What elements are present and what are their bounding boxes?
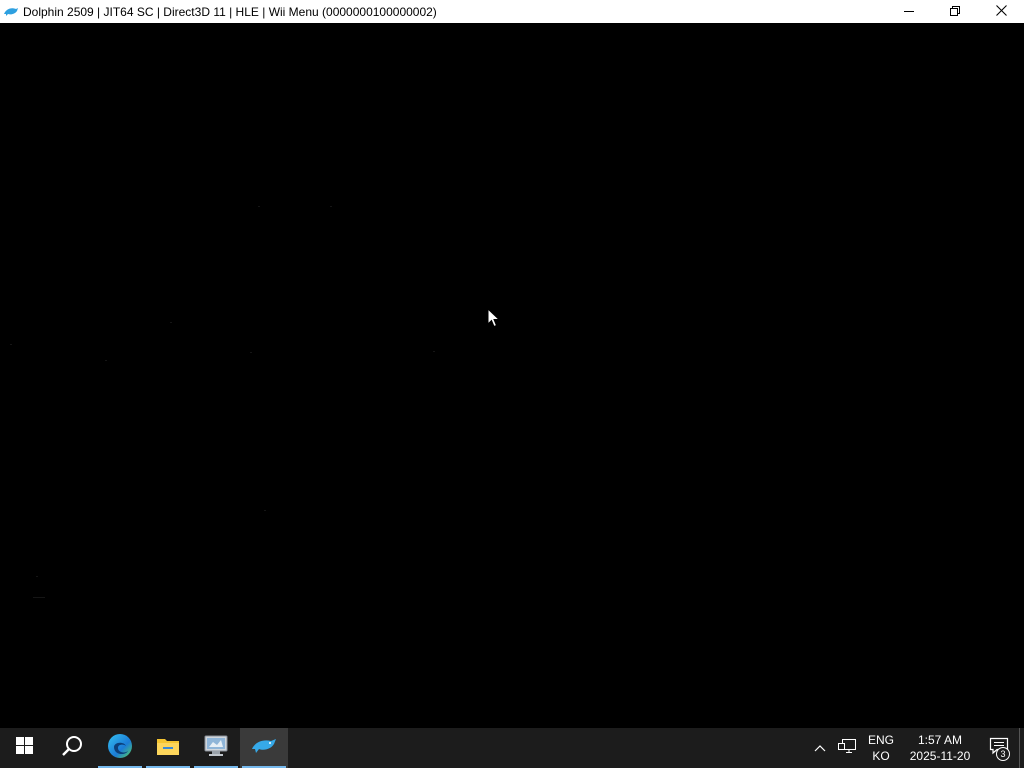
render-speck — [10, 344, 12, 345]
close-icon — [995, 3, 1007, 21]
minimize-icon — [904, 3, 914, 21]
taskbar-computer-app-button[interactable] — [192, 728, 240, 768]
render-speck — [264, 510, 266, 511]
notification-count-badge: 3 — [996, 747, 1010, 761]
taskbar: ENG KO 1:57 AM 2025-11-20 3 — [0, 728, 1024, 768]
render-speck — [258, 206, 260, 207]
show-hidden-icons-button[interactable] — [807, 728, 833, 768]
game-render-area[interactable] — [0, 23, 1024, 728]
edge-icon — [107, 733, 133, 764]
folder-icon — [156, 736, 180, 761]
lang-secondary: KO — [872, 749, 890, 763]
windows-logo-icon — [15, 737, 33, 759]
dolphin-window: Dolphin 2509 | JIT64 SC | Direct3D 11 | … — [0, 0, 1024, 728]
restore-button[interactable] — [932, 0, 978, 23]
search-button[interactable] — [48, 728, 96, 768]
taskbar-file-explorer-button[interactable] — [144, 728, 192, 768]
start-button[interactable] — [0, 728, 48, 768]
show-desktop-button[interactable] — [1019, 728, 1024, 768]
render-speck — [36, 576, 38, 577]
taskbar-dolphin-button[interactable] — [240, 728, 288, 768]
restore-icon — [950, 3, 960, 21]
system-tray: ENG KO 1:57 AM 2025-11-20 3 — [807, 728, 1024, 768]
search-icon — [61, 735, 83, 762]
clock-date: 2025-11-20 — [909, 749, 971, 763]
render-speck — [170, 322, 172, 323]
render-speck — [250, 352, 252, 353]
title-bar[interactable]: Dolphin 2509 | JIT64 SC | Direct3D 11 | … — [0, 0, 1024, 23]
window-controls — [886, 0, 1024, 23]
chevron-up-icon — [814, 739, 826, 757]
network-icon — [838, 738, 856, 759]
render-speck — [330, 206, 332, 207]
close-button[interactable] — [978, 0, 1024, 23]
dolphin-icon — [251, 737, 277, 760]
render-speck — [105, 360, 107, 361]
clock-time: 1:57 AM — [917, 733, 963, 747]
taskbar-edge-button[interactable] — [96, 728, 144, 768]
render-speck — [33, 597, 45, 598]
computer-icon — [203, 735, 229, 762]
action-center-button[interactable]: 3 — [979, 728, 1019, 768]
network-button[interactable] — [833, 728, 861, 768]
minimize-button[interactable] — [886, 0, 932, 23]
mouse-cursor-icon — [487, 307, 501, 328]
render-speck — [433, 351, 435, 352]
clock-button[interactable]: 1:57 AM 2025-11-20 — [901, 728, 979, 768]
window-title: Dolphin 2509 | JIT64 SC | Direct3D 11 | … — [23, 4, 437, 19]
dolphin-icon — [3, 4, 19, 20]
input-language-button[interactable]: ENG KO — [861, 728, 901, 768]
lang-primary: ENG — [867, 733, 894, 747]
